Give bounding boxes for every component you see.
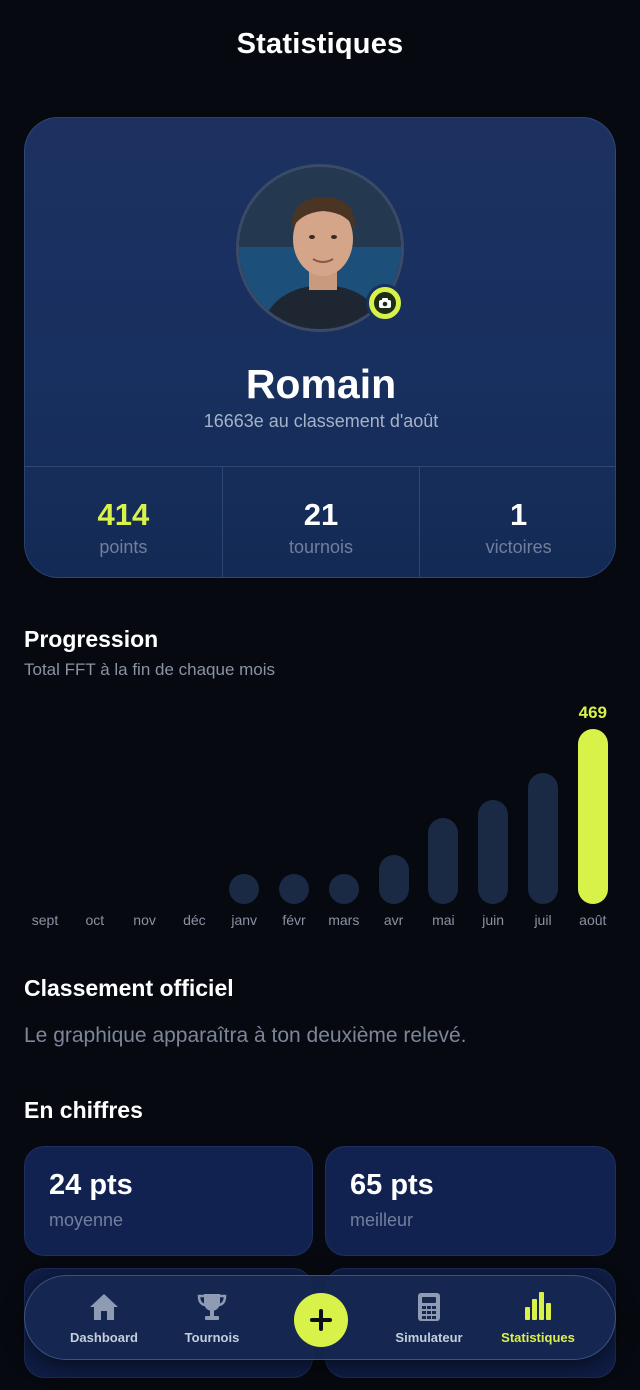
kpi-value: 24 pts (49, 1169, 133, 1201)
progression-subtitle: Total FFT à la fin de chaque mois (24, 660, 276, 679)
profile-stats: 414 points 21 tournois 1 victoires (25, 466, 615, 577)
progression-title: Progression (24, 626, 159, 652)
kpi-card-average: 24 pts moyenne (24, 1146, 313, 1256)
page-title: Statistiques (236, 28, 404, 60)
stat-tournaments: 21 tournois (223, 467, 421, 577)
chart-bar[interactable] (378, 855, 409, 904)
tab-label: Simulateur (395, 1330, 463, 1345)
tab-dashboard[interactable]: Dashboard (54, 1290, 154, 1345)
chart-x-label: mars (328, 912, 360, 928)
chart-bar[interactable] (229, 874, 260, 904)
chart-bar[interactable] (428, 818, 459, 904)
tab-label: Tournois (184, 1330, 240, 1345)
tab-statistiques[interactable]: Statistiques (488, 1290, 588, 1345)
figures-title: En chiffres (24, 1097, 143, 1123)
profile-rank: 16663e au classement d'août (203, 411, 439, 431)
camera-icon (372, 290, 398, 316)
add-button[interactable] (294, 1293, 348, 1347)
stat-points: 414 points (25, 467, 223, 577)
tab-tournois[interactable]: Tournois (162, 1290, 262, 1345)
trophy-icon (162, 1290, 262, 1322)
stat-label: victoires (485, 537, 552, 557)
chart-x-label: nov (133, 912, 156, 928)
progression-chart: sept oct nov déc janv févr mars avr mai juin juil a… (20, 700, 620, 930)
kpi-card-best: 65 pts meilleur (325, 1146, 616, 1256)
chart-x-label: juin (482, 912, 505, 928)
calculator-icon (379, 1290, 479, 1322)
chart-bar[interactable] (478, 799, 509, 904)
chart-x-label: janv (231, 912, 258, 928)
stat-wins: 1 victoires (420, 467, 615, 577)
chart-x-label: juil (534, 912, 552, 928)
stat-value: 1 (510, 497, 528, 532)
home-icon (54, 1290, 154, 1322)
avatar-container[interactable] (236, 164, 404, 332)
bar-chart-icon (488, 1290, 588, 1322)
stat-label: points (99, 537, 148, 557)
chart-bar[interactable] (328, 874, 359, 904)
plus-icon (310, 1309, 332, 1331)
official-ranking-title: Classement officiel (24, 975, 234, 1001)
tab-simulateur[interactable]: Simulateur (379, 1290, 479, 1345)
chart-x-label: avr (383, 912, 404, 928)
chart-x-label: déc (183, 912, 206, 928)
stat-value: 21 (303, 497, 339, 532)
chart-bar[interactable] (279, 874, 309, 904)
chart-x-label: août (579, 912, 607, 928)
chart-x-label: oct (85, 912, 105, 928)
stat-label: tournois (288, 537, 354, 557)
chart-bar[interactable] (577, 729, 608, 904)
stat-value: 414 (97, 497, 150, 532)
chart-x-label: sept (31, 912, 59, 928)
chart-x-label: mai (432, 912, 455, 928)
official-ranking-text: Le graphique apparaîtra à ton deuxième r… (24, 1024, 467, 1047)
chart-x-label: févr (282, 912, 306, 928)
profile-name: Romain (245, 361, 397, 407)
bottom-tab-bar: Dashboard Tournois Simulateur Statistiqu… (24, 1275, 616, 1360)
tab-label: Dashboard (70, 1330, 138, 1345)
change-photo-button[interactable] (366, 284, 404, 322)
kpi-label: meilleur (350, 1210, 414, 1230)
chart-value-label: 469 (578, 703, 607, 722)
chart-bar[interactable] (528, 773, 558, 904)
profile-card: Romain 16663e au classement d'août 414 p… (24, 117, 616, 578)
tab-label: Statistiques (501, 1330, 575, 1345)
kpi-label: moyenne (49, 1210, 124, 1230)
kpi-value: 65 pts (350, 1169, 434, 1201)
